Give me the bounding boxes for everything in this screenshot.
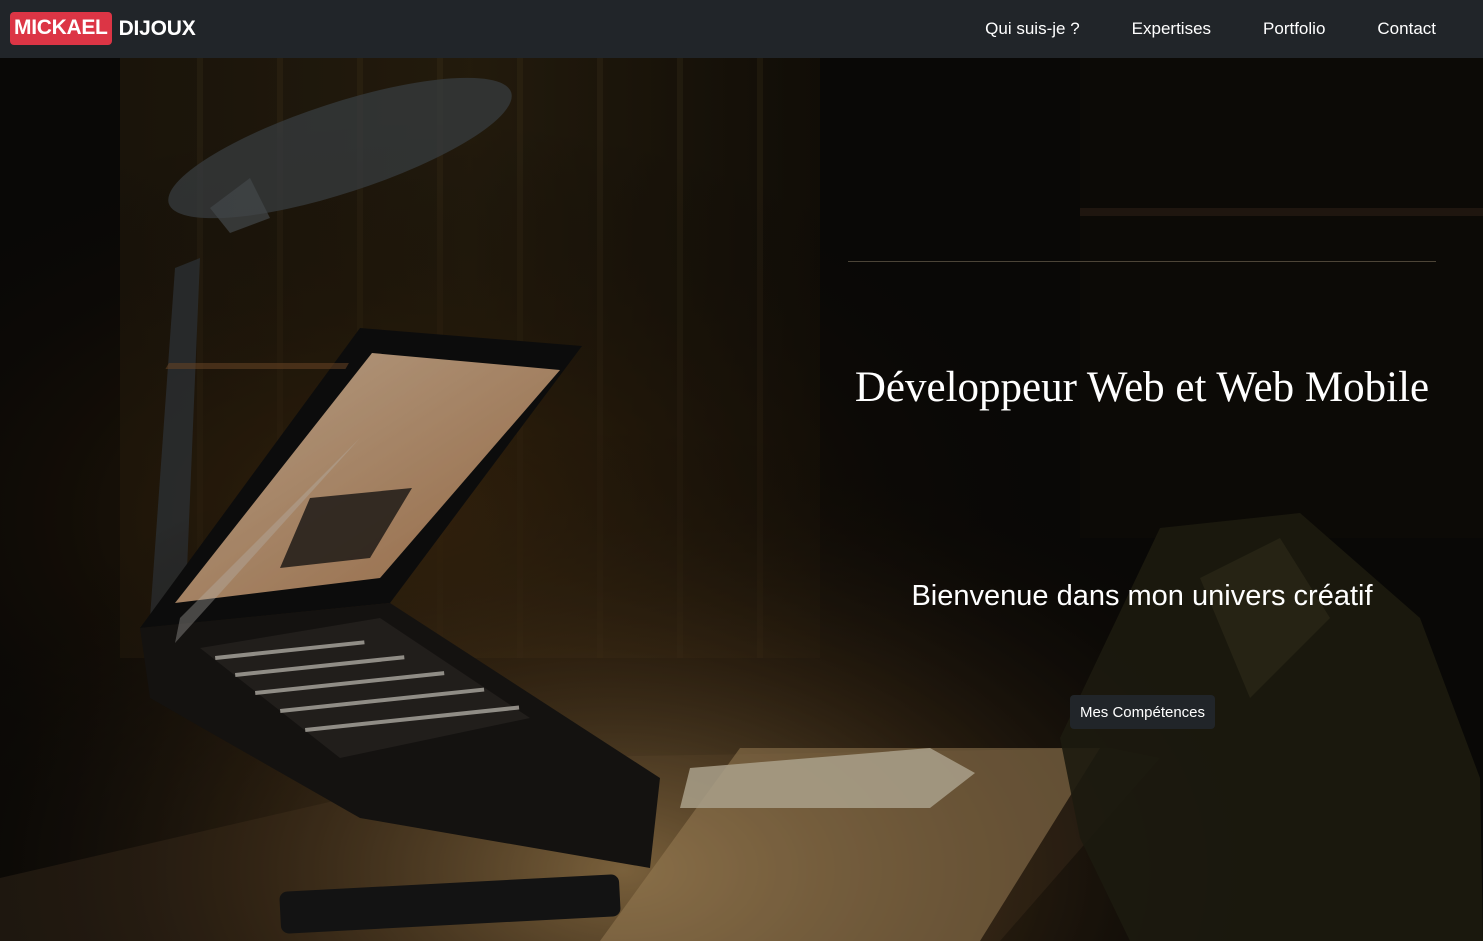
nav-link-expertises[interactable]: Expertises — [1132, 19, 1211, 39]
nav-link-qui-suis-je[interactable]: Qui suis-je ? — [985, 19, 1079, 39]
hero-divider — [848, 261, 1436, 262]
nav-link-portfolio[interactable]: Portfolio — [1263, 19, 1325, 39]
hero-subtitle: Bienvenue dans mon univers créatif — [911, 580, 1373, 612]
skills-button[interactable]: Mes Compétences — [1070, 695, 1215, 729]
brand-last-name: DIJOUX — [118, 16, 196, 40]
navbar: MICKAEL DIJOUX Qui suis-je ? Expertises … — [0, 0, 1483, 58]
hero-background-image — [0, 58, 1483, 941]
brand-logo[interactable]: MICKAEL DIJOUX — [10, 10, 196, 47]
nav-link-contact[interactable]: Contact — [1377, 19, 1436, 39]
hero-title: Développeur Web et Web Mobile — [854, 364, 1430, 411]
brand-first-name: MICKAEL — [10, 12, 112, 45]
nav-links: Qui suis-je ? Expertises Portfolio Conta… — [933, 0, 1436, 58]
hero-section: Développeur Web et Web Mobile Bienvenue … — [0, 58, 1483, 941]
